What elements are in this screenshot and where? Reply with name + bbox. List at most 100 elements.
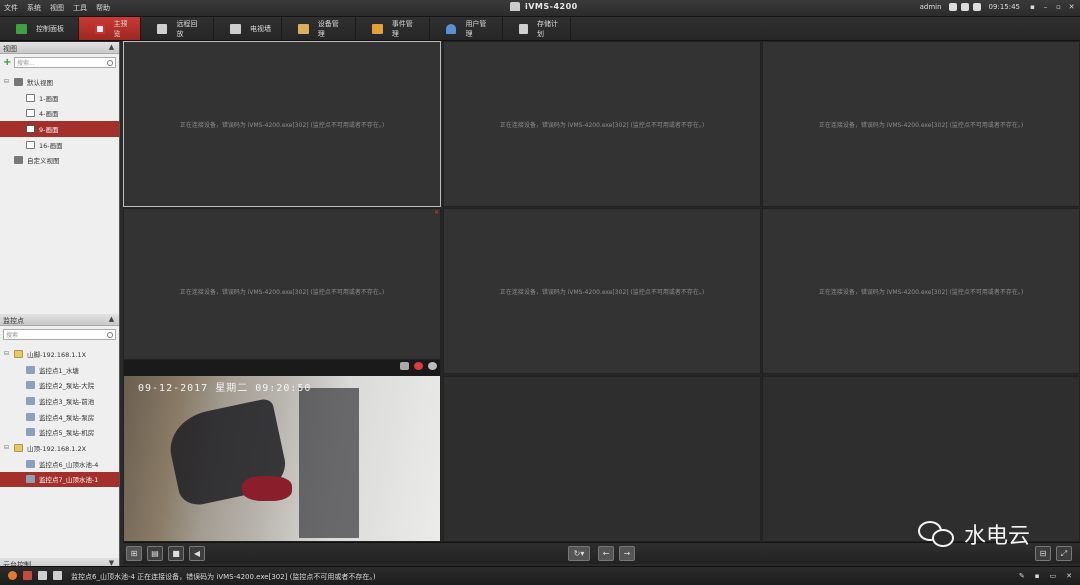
close-stream-icon[interactable]: ✕ xyxy=(434,210,439,216)
views-panel-header[interactable]: 视图 ▲ xyxy=(0,42,119,54)
cpu-icon[interactable] xyxy=(960,3,969,11)
tree-item-4-screen[interactable]: 4-画面 xyxy=(0,105,119,121)
video-cell-4[interactable]: ✕ 正在连接设备，错误码为 iVMS-4200.exe[302] (监控点不可用… xyxy=(123,208,441,374)
tree-item-16-screen[interactable]: 16-画面 xyxy=(0,137,119,153)
tab-label: 设备管理 xyxy=(317,19,339,38)
collapse-icon[interactable]: ⊟ xyxy=(4,78,10,85)
tree-item-label: 监控点5_泵站-机房 xyxy=(39,429,95,438)
tab-storage-schedule[interactable]: 存储计划 xyxy=(503,17,571,40)
tree-item-camera-4[interactable]: 监控点4_泵站-泵房 xyxy=(0,409,119,425)
collapse-icon[interactable]: ⊟ xyxy=(4,350,10,357)
video-cell-3[interactable]: 正在连接设备，错误码为 iVMS-4200.exe[302] (监控点不可用或者… xyxy=(762,41,1080,207)
tab-label: 存储计划 xyxy=(537,19,559,38)
sound-alarm-icon[interactable] xyxy=(23,571,32,580)
menu-tools[interactable]: 工具 xyxy=(73,3,87,13)
layout-16-icon xyxy=(26,140,35,149)
tree-item-label: 监控点1_水塘 xyxy=(39,366,79,375)
tree-item-custom-view[interactable]: 自定义视图 xyxy=(0,152,119,168)
connection-error-message: 正在连接设备，错误码为 iVMS-4200.exe[302] (监控点不可用或者… xyxy=(179,122,385,129)
views-search-row: + 搜索... xyxy=(0,54,119,71)
control-panel-icon xyxy=(16,23,27,34)
tab-remote-playback[interactable]: 远程回放 xyxy=(141,17,214,40)
camera-icon xyxy=(26,428,35,437)
video-cell-8[interactable] xyxy=(443,376,761,542)
stop-all-icon[interactable]: ■ xyxy=(168,546,184,561)
next-page-icon[interactable]: → xyxy=(619,546,635,561)
video-cell-5[interactable]: 正在连接设备，错误码为 iVMS-4200.exe[302] (监控点不可用或者… xyxy=(443,208,761,374)
menu-file[interactable]: 文件 xyxy=(4,3,18,13)
tree-item-camera-2[interactable]: 监控点2_泵站-大院 xyxy=(0,377,119,393)
event-list-icon[interactable] xyxy=(38,571,47,580)
zoom-icon[interactable] xyxy=(428,362,437,370)
video-cell-1[interactable]: 正在连接设备，错误码为 iVMS-4200.exe[302] (监控点不可用或者… xyxy=(123,41,441,207)
alarm-status-icon[interactable] xyxy=(8,571,17,580)
views-search-input[interactable]: 搜索... xyxy=(14,57,116,68)
menu-system[interactable]: 系统 xyxy=(27,3,41,13)
camera-icon xyxy=(26,381,35,390)
tree-item-1-screen[interactable]: 1-画面 xyxy=(0,90,119,106)
app-title-text: iVMS-4200 xyxy=(525,2,578,11)
video-cell-6[interactable]: 正在连接设备，错误码为 iVMS-4200.exe[302] (监控点不可用或者… xyxy=(762,208,1080,374)
video-cell-7-live[interactable]: 09-12-2017 星期二 09:20:50 xyxy=(123,359,441,542)
sound-icon[interactable]: ◀ xyxy=(189,546,205,561)
lock-icon[interactable] xyxy=(948,3,957,11)
tab-event-management[interactable]: 事件管理 xyxy=(356,17,430,40)
cameras-panel-header[interactable]: 监控点 ▲ xyxy=(0,314,119,326)
collapse-up-icon[interactable]: ▲ xyxy=(107,315,116,324)
status-options-button[interactable]: ▪ xyxy=(1035,572,1040,580)
tree-item-camera-7[interactable]: 监控点7_山顶水池-1 xyxy=(0,471,119,488)
add-view-button[interactable]: + xyxy=(3,58,12,68)
fullscreen-icon[interactable]: ⤢ xyxy=(1056,546,1072,561)
alarm-icon[interactable] xyxy=(972,3,981,11)
tree-item-label: 监控点6_山顶水池-4 xyxy=(39,460,99,469)
tree-item-9-screen[interactable]: 9-画面 xyxy=(0,121,119,137)
cameras-panel-title: 监控点 xyxy=(3,317,24,325)
tab-tv-wall[interactable]: 电视墙 xyxy=(214,17,282,40)
menu-view[interactable]: 视图 xyxy=(50,3,64,13)
menu-help[interactable]: 帮助 xyxy=(96,3,110,13)
tree-item-camera-6[interactable]: 监控点6_山顶水池-4 xyxy=(0,456,119,472)
tab-device-management[interactable]: 设备管理 xyxy=(282,17,356,40)
tree-item-group-foot[interactable]: ⊟ 山脚-192.168.1.1X xyxy=(0,346,119,362)
tab-main-preview[interactable]: 主预览 xyxy=(79,17,141,40)
pin-button[interactable]: ✎ xyxy=(1019,572,1025,580)
status-right-controls: ✎ ▪ ▭ ✕ xyxy=(1019,572,1072,580)
minimize-button[interactable]: – xyxy=(1041,3,1050,11)
tree-item-label: 山脚-192.168.1.1X xyxy=(27,350,87,359)
status-restore-button[interactable]: ▭ xyxy=(1050,572,1057,580)
menu-options-button[interactable]: ▪ xyxy=(1028,3,1037,11)
cameras-search-input[interactable]: 搜索 xyxy=(3,329,116,340)
message-icon[interactable] xyxy=(53,571,62,580)
menu-bar: 文件 系统 视图 工具 帮助 xyxy=(4,3,110,13)
layout-1-icon xyxy=(26,93,35,102)
maximize-button[interactable]: ▫ xyxy=(1054,3,1063,11)
tree-item-camera-3[interactable]: 监控点3_泵站-前池 xyxy=(0,393,119,409)
device-icon xyxy=(298,23,309,34)
tab-label: 事件管理 xyxy=(391,19,413,38)
layout-icon[interactable]: ⊞ xyxy=(126,546,142,561)
tree-item-camera-1[interactable]: 监控点1_水塘 xyxy=(0,362,119,378)
folder-icon xyxy=(14,443,23,452)
collapse-icon[interactable]: ⊟ xyxy=(4,444,10,451)
capture-icon[interactable] xyxy=(400,362,409,370)
connection-error-message: 正在连接设备，错误码为 iVMS-4200.exe[302] (监控点不可用或者… xyxy=(818,289,1024,296)
search-icon[interactable] xyxy=(107,331,113,338)
user-name[interactable]: admin xyxy=(920,3,942,11)
previous-page-icon[interactable]: ← xyxy=(598,546,614,561)
tab-user-management[interactable]: 用户管理 xyxy=(430,17,503,40)
video-cell-2[interactable]: 正在连接设备，错误码为 iVMS-4200.exe[302] (监控点不可用或者… xyxy=(443,41,761,207)
window-division-icon[interactable]: ⊟ xyxy=(1035,546,1051,561)
status-close-button[interactable]: ✕ xyxy=(1066,572,1072,580)
cycle-icon[interactable]: ↻▾ xyxy=(568,546,590,561)
collapse-up-icon[interactable]: ▲ xyxy=(107,43,116,52)
tree-item-group-top[interactable]: ⊟ 山顶-192.168.1.2X xyxy=(0,440,119,456)
video-shadow xyxy=(299,388,359,538)
tab-control-panel[interactable]: 控制面板 xyxy=(0,17,79,40)
tree-item-default-view[interactable]: ⊟ 默认视图 xyxy=(0,74,119,90)
save-view-icon[interactable]: ▤ xyxy=(147,546,163,561)
record-icon[interactable] xyxy=(414,362,423,370)
tree-item-camera-5[interactable]: 监控点5_泵站-机房 xyxy=(0,424,119,440)
search-icon[interactable] xyxy=(107,59,113,66)
close-button[interactable]: ✕ xyxy=(1067,3,1076,11)
tree-item-label: 默认视图 xyxy=(27,78,53,87)
